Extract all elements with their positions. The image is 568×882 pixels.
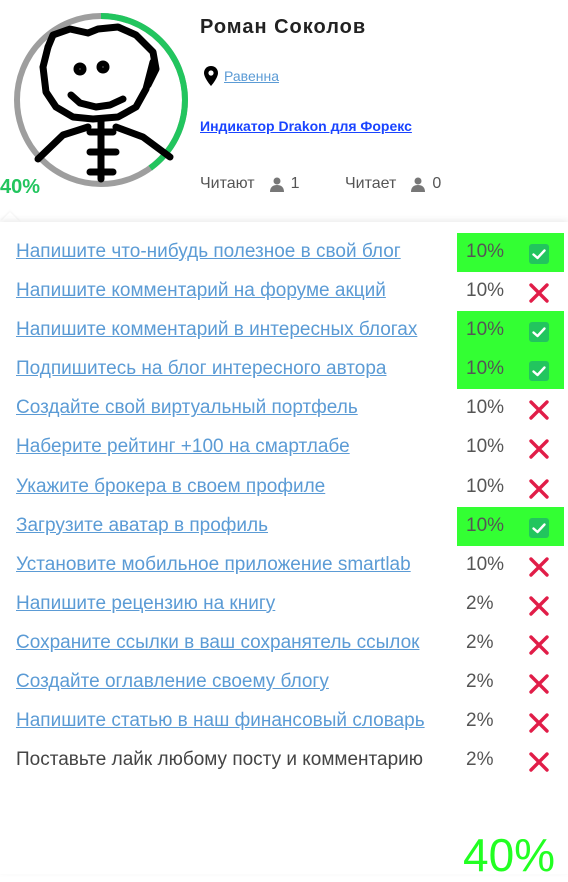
task-row: Загрузите аватар в профиль 10%	[0, 506, 568, 546]
check-icon	[529, 322, 549, 343]
task-row: Напишите статью в наш финансовый словарь…	[0, 702, 568, 741]
followers-label: Читают	[200, 175, 255, 192]
task-percent: 2%	[466, 671, 494, 693]
task-row: Укажите брокера в своем профиле 10%	[0, 468, 568, 507]
cross-icon	[529, 674, 549, 694]
task-label[interactable]: Напишите комментарий в интересных блогах	[16, 319, 417, 341]
task-percent: 10%	[466, 280, 505, 302]
task-label[interactable]: Напишите статью в наш финансовый словарь	[16, 710, 425, 732]
task-percent: 2%	[466, 631, 494, 653]
profile-link[interactable]: Индикатор Drakon для Форекс	[200, 118, 412, 134]
cross-icon	[529, 400, 549, 421]
task-label[interactable]: Напишите рецензию на книгу	[16, 593, 275, 615]
map-pin-icon	[204, 66, 218, 86]
user-icon	[411, 177, 426, 192]
task-percent: 10%	[466, 397, 505, 419]
cross-icon	[529, 752, 549, 772]
task-list: Напишите что-нибудь полезное в свой блог…	[0, 233, 568, 780]
cross-icon	[529, 635, 549, 655]
check-icon	[529, 244, 549, 264]
profile-name: Роман Соколов	[200, 16, 367, 38]
task-percent: 10%	[466, 241, 505, 262]
task-percent: 10%	[466, 319, 505, 341]
cross-icon	[529, 557, 549, 577]
user-icon	[269, 177, 284, 192]
task-percent: 10%	[466, 475, 505, 497]
task-percent: 10%	[466, 553, 505, 575]
task-percent: 2%	[466, 710, 494, 732]
task-row: Наберите рейтинг +100 на смартлабе 10%	[0, 428, 568, 467]
task-percent: 2%	[466, 592, 494, 614]
location: Равенна	[204, 66, 279, 86]
task-row: Установите мобильное приложение smartlab…	[0, 546, 568, 585]
avatar[interactable]	[8, 7, 194, 193]
following[interactable]: Читает 0	[345, 175, 441, 193]
task-label[interactable]: Укажите брокера в своем профиле	[16, 476, 325, 498]
following-count: 0	[432, 175, 442, 192]
task-percent: 10%	[466, 514, 505, 536]
cross-icon	[529, 283, 549, 303]
task-percent: 2%	[466, 749, 494, 771]
task-row: Поставьте лайк любому посту и комментари…	[0, 741, 568, 780]
task-row: Создайте свой виртуальный портфель 10%	[0, 389, 568, 428]
task-label[interactable]: Загрузите аватар в профиль	[16, 515, 268, 537]
followers[interactable]: Читают 1	[200, 175, 300, 193]
check-icon	[529, 361, 549, 382]
task-label: Поставьте лайк любому посту и комментари…	[16, 749, 424, 771]
check-icon	[529, 517, 549, 538]
task-label[interactable]: Установите мобильное приложение smartlab	[16, 554, 411, 576]
location-link[interactable]: Равенна	[224, 68, 279, 84]
task-row: Напишите комментарий на форуме акций 10%	[0, 272, 568, 311]
task-row: Напишите комментарий в интересных блогах…	[0, 311, 568, 351]
task-label[interactable]: Напишите комментарий на форуме акций	[16, 280, 386, 302]
task-row: Создайте оглавление своему блогу 2%	[0, 663, 568, 702]
cross-icon	[529, 596, 549, 616]
task-label[interactable]: Создайте оглавление своему блогу	[16, 671, 329, 693]
cross-icon	[529, 713, 549, 733]
profile-progress: 40%	[0, 176, 41, 198]
task-row: Напишите что-нибудь полезное в свой блог…	[0, 233, 568, 272]
task-label[interactable]: Наберите рейтинг +100 на смартлабе	[16, 436, 350, 458]
task-label[interactable]: Напишите что-нибудь полезное в свой блог	[16, 241, 401, 263]
task-percent: 10%	[466, 436, 505, 458]
cross-icon	[529, 439, 549, 460]
panel-caret	[0, 212, 20, 222]
task-row: Напишите рецензию на книгу 2%	[0, 585, 568, 624]
task-label[interactable]: Сохраните ссылки в ваш сохранятель ссыло…	[16, 632, 419, 654]
cross-icon	[529, 478, 549, 499]
task-row: Сохраните ссылки в ваш сохранятель ссыло…	[0, 624, 568, 663]
task-label[interactable]: Подпишитесь на блог интересного автора	[16, 358, 386, 380]
task-percent: 10%	[466, 358, 505, 380]
followers-count: 1	[290, 175, 300, 192]
task-label[interactable]: Создайте свой виртуальный портфель	[16, 397, 358, 419]
task-row: Подпишитесь на блог интересного автора 10…	[0, 350, 568, 390]
following-label: Читает	[345, 175, 397, 192]
